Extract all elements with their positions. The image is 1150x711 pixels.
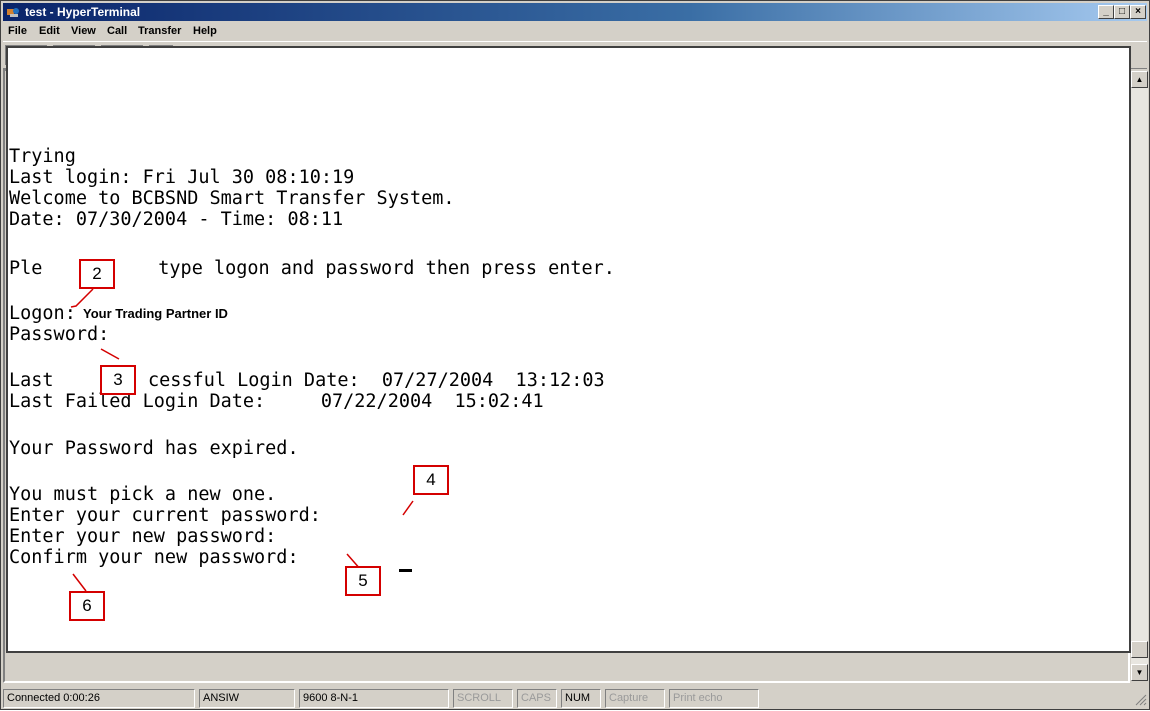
status-print-echo: Print echo bbox=[669, 689, 759, 708]
title-bar[interactable]: test - HyperTerminal _ □ × bbox=[3, 3, 1147, 21]
terminal-line: Last bbox=[9, 370, 54, 391]
status-bar: Connected 0:00:26 ANSIW 9600 8-N-1 SCROL… bbox=[3, 687, 1147, 709]
terminal-line: Your Password has expired. bbox=[9, 438, 299, 459]
callout-5: 5 bbox=[345, 566, 381, 596]
menu-call[interactable]: Call bbox=[107, 25, 127, 37]
status-num: NUM bbox=[561, 689, 601, 708]
terminal-line: Date: 07/30/2004 - Time: 08:11 bbox=[9, 209, 344, 230]
menu-file[interactable]: File bbox=[8, 25, 27, 37]
resize-grip-icon[interactable] bbox=[1133, 692, 1147, 706]
window-title: test - HyperTerminal bbox=[25, 5, 141, 19]
menu-transfer[interactable]: Transfer bbox=[138, 25, 181, 37]
callout-4: 4 bbox=[413, 465, 449, 495]
maximize-icon[interactable]: □ bbox=[1114, 5, 1130, 19]
terminal-line: Logon: bbox=[9, 303, 76, 324]
menu-help[interactable]: Help bbox=[193, 25, 217, 37]
terminal-line: You must pick a new one. bbox=[9, 484, 277, 505]
status-caps: CAPS bbox=[517, 689, 557, 708]
status-emulation: ANSIW bbox=[199, 689, 295, 708]
scroll-down-icon[interactable]: ▼ bbox=[1131, 664, 1148, 681]
terminal-line: Ple bbox=[9, 258, 43, 279]
status-connected: Connected 0:00:26 bbox=[3, 689, 195, 708]
menu-bar: File Edit View Call Transfer Help bbox=[3, 22, 1147, 40]
callout-6: 6 bbox=[69, 591, 105, 621]
terminal-line: cessful Login Date: 07/27/2004 13:12:03 bbox=[148, 370, 605, 391]
terminal-line: Last login: Fri Jul 30 08:10:19 bbox=[9, 167, 355, 188]
terminal-line: Last Failed Login Date: 07/22/2004 15:02… bbox=[9, 391, 544, 412]
logon-hint: Your Trading Partner ID bbox=[83, 306, 228, 321]
scroll-thumb[interactable] bbox=[1131, 641, 1148, 658]
terminal-line: type logon and password then press enter… bbox=[136, 258, 615, 279]
terminal-line: Enter your current password: bbox=[9, 505, 321, 526]
hyperterminal-app-icon bbox=[7, 8, 19, 17]
status-scroll: SCROLL bbox=[453, 689, 513, 708]
status-port: 9600 8-N-1 bbox=[299, 689, 449, 708]
terminal-line: Password: bbox=[9, 324, 110, 345]
terminal-cursor bbox=[399, 569, 412, 572]
terminal-line: Enter your new password: bbox=[9, 526, 277, 547]
callout-3: 3 bbox=[100, 365, 136, 395]
close-icon[interactable]: × bbox=[1130, 5, 1146, 19]
hyperterminal-window: test - HyperTerminal _ □ × File Edit Vie… bbox=[0, 0, 1150, 710]
terminal-line: Trying bbox=[9, 146, 76, 167]
vertical-scrollbar[interactable]: ▲ ▼ bbox=[1131, 71, 1148, 681]
callout-2: 2 bbox=[79, 259, 115, 289]
status-capture: Capture bbox=[605, 689, 665, 708]
scroll-up-icon[interactable]: ▲ bbox=[1131, 71, 1148, 88]
terminal-line: Welcome to BCBSND Smart Transfer System. bbox=[9, 188, 455, 209]
menu-edit[interactable]: Edit bbox=[39, 25, 60, 37]
minimize-icon[interactable]: _ bbox=[1098, 5, 1114, 19]
terminal-line: Confirm your new password: bbox=[9, 547, 299, 568]
menu-view[interactable]: View bbox=[71, 25, 96, 37]
